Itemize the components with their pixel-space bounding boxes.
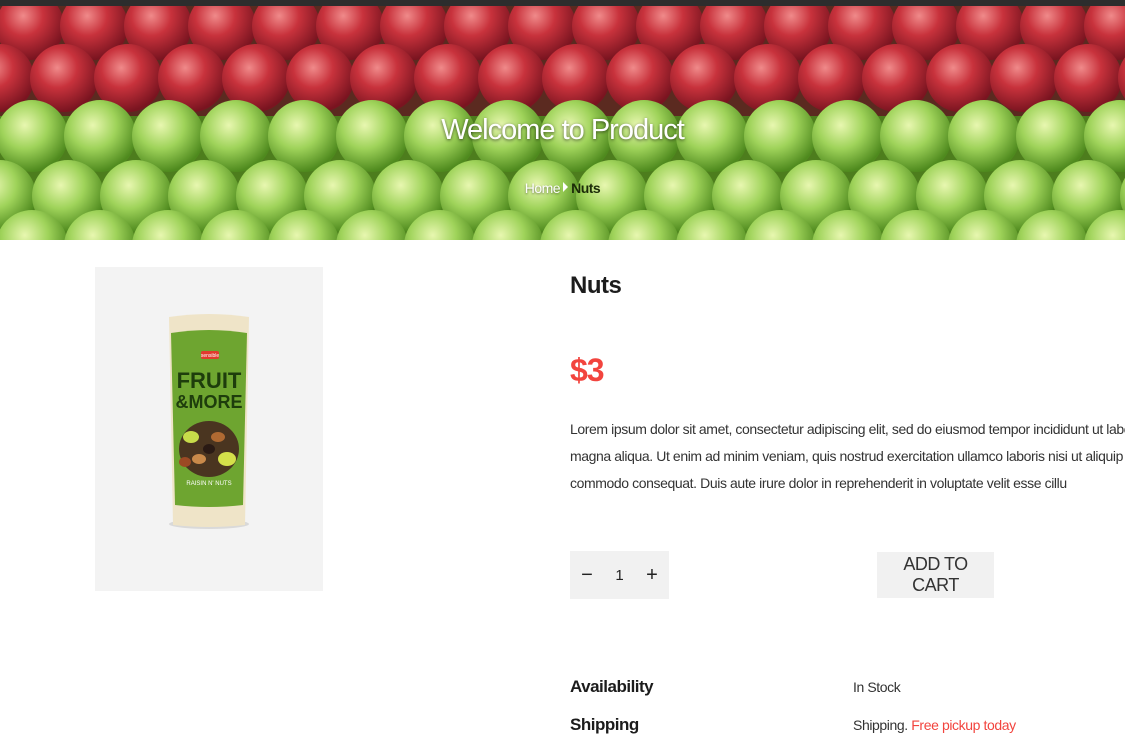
availability-value: In Stock	[853, 679, 901, 695]
bag-brand-text: sensible	[201, 353, 220, 359]
shipping-label: Shipping	[570, 715, 639, 734]
bag-flavor-text: RAISIN N' NUTS	[186, 481, 231, 487]
quantity-input[interactable]	[604, 565, 635, 585]
plus-icon[interactable]: +	[643, 564, 661, 586]
breadcrumb: Home Nuts	[0, 180, 1125, 196]
product-description: Lorem ipsum dolor sit amet, consectetur …	[570, 416, 1125, 496]
shipping-text: Shipping.	[853, 717, 908, 733]
product-image: sensible FRUIT &MORE RAISIN N' NUTS	[95, 267, 323, 591]
shipping-value: Shipping. Free pickup today	[853, 717, 1016, 733]
product-price: $3	[570, 352, 605, 388]
breadcrumb-current: Nuts	[571, 180, 601, 196]
hero-banner: Welcome to Product Home Nuts	[0, 6, 1125, 240]
description-line: magna aliqua. Ut enim ad minim veniam, q…	[570, 448, 1125, 464]
product-title: Nuts	[570, 272, 622, 299]
bag-title-line1: FRUIT	[177, 368, 242, 393]
breadcrumb-home-link[interactable]: Home	[525, 180, 561, 196]
snack-bag-image: sensible FRUIT &MORE RAISIN N' NUTS	[169, 314, 249, 529]
quantity-stepper: − +	[570, 551, 669, 599]
minus-icon[interactable]: −	[578, 564, 596, 586]
availability-label: Availability	[570, 677, 654, 696]
hero-title: Welcome to Product	[441, 114, 685, 146]
apple-shape	[350, 44, 418, 112]
add-to-cart-button[interactable]: ADD TO CART	[877, 552, 994, 598]
bag-title-line2: &MORE	[176, 392, 243, 412]
apple-shape	[734, 44, 802, 112]
description-line: commodo consequat. Duis aute irure dolor…	[570, 475, 1067, 491]
description-line: Lorem ipsum dolor sit amet, consectetur …	[570, 421, 1125, 437]
caret-right-icon	[563, 182, 569, 192]
free-pickup-link[interactable]: Free pickup today	[911, 717, 1016, 733]
